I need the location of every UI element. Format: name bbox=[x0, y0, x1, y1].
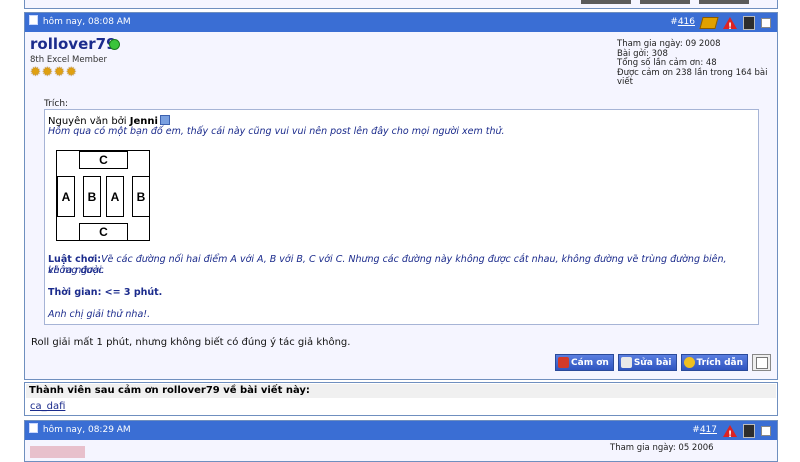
post-417: hôm nay, 08:29 AM #417 Tham gia ngày: 05… bbox=[24, 420, 778, 462]
select-checkbox[interactable] bbox=[761, 17, 771, 28]
post-action-buttons: Cám ơn Sửa bài Trích dẫn bbox=[555, 354, 771, 371]
post-number-prefix: # bbox=[692, 425, 700, 435]
post-number: #416 bbox=[670, 13, 695, 32]
star-icon: ✹ bbox=[65, 65, 77, 80]
thanks-user-link[interactable]: ca_dafi bbox=[30, 401, 65, 412]
quote-bubble-icon bbox=[683, 357, 695, 368]
time-limit: Thời gian: <= 3 phút. bbox=[48, 287, 162, 298]
star-icon: ✹ bbox=[30, 65, 41, 80]
edit-pencil-icon bbox=[620, 357, 632, 368]
rule-line-2: vẽ ra ngoài. bbox=[48, 265, 105, 276]
select-checkbox[interactable] bbox=[761, 425, 771, 436]
user-stats: Tham gia ngày: 09 2008 Bài gởi: 308 Tổng… bbox=[617, 39, 777, 88]
quote-label: Trích: bbox=[44, 99, 69, 109]
rule-label: Luật chơi: bbox=[48, 254, 102, 265]
post-number-prefix: # bbox=[670, 17, 678, 27]
thank-button[interactable]: Cám ơn bbox=[555, 354, 614, 371]
user-rank-stars: ✹ ✹ ✹ ✹ bbox=[30, 66, 77, 79]
quote-box: Nguyên văn bởi Jenni Hôm qua có một bạn … bbox=[44, 109, 759, 325]
view-post-arrow-icon[interactable] bbox=[159, 115, 170, 125]
prev-post-button[interactable] bbox=[699, 0, 749, 4]
computer-icon[interactable] bbox=[743, 423, 755, 438]
username-link[interactable]: rollover79 bbox=[30, 35, 117, 53]
quote-line-1: Hôm qua có một bạn đố em, thấy cái này c… bbox=[48, 126, 505, 137]
puzzle-box-b2: B bbox=[132, 176, 150, 217]
user-title: 8th Excel Member bbox=[30, 55, 108, 65]
avatar bbox=[30, 446, 85, 458]
previous-post-bottom bbox=[24, 0, 778, 9]
quick-reply-icon bbox=[755, 356, 768, 369]
thanks-title: Thành viên sau cảm ơn rollover79 về bài … bbox=[26, 384, 776, 398]
quote-button-label: Trích dẫn bbox=[696, 357, 743, 368]
thank-button-label: Cám ơn bbox=[571, 357, 609, 368]
time-limit-label: Thời gian: <= 3 phút. bbox=[48, 287, 163, 298]
warning-icon[interactable] bbox=[723, 16, 737, 37]
puzzle-image: C A B A B C bbox=[56, 150, 150, 241]
post-date: hôm nay, 08:29 AM bbox=[42, 425, 131, 435]
online-status-icon bbox=[109, 39, 120, 50]
post-date: hôm nay, 08:08 AM bbox=[42, 17, 131, 27]
report-icon[interactable] bbox=[699, 16, 719, 29]
star-icon: ✹ bbox=[41, 65, 53, 80]
edit-button-label: Sửa bài bbox=[633, 357, 672, 368]
warning-icon[interactable] bbox=[723, 424, 737, 445]
post-416: hôm nay, 08:08 AM #416 rollover79 8th Ex… bbox=[24, 12, 778, 380]
post-header: hôm nay, 08:08 AM #416 bbox=[25, 13, 777, 37]
stat-join-date: Tham gia ngày: 05 2006 bbox=[610, 443, 714, 453]
quote-button[interactable]: Trích dẫn bbox=[680, 354, 748, 371]
prev-post-button[interactable] bbox=[581, 0, 631, 4]
post-document-icon bbox=[29, 423, 38, 433]
thanks-box: Thành viên sau cảm ơn rollover79 về bài … bbox=[24, 382, 778, 416]
quick-reply-button[interactable] bbox=[752, 354, 771, 371]
edit-button[interactable]: Sửa bài bbox=[617, 354, 677, 371]
stat-thanks-received: Được cảm ơn 238 lần trong 164 bài viết bbox=[617, 67, 768, 88]
puzzle-box-a2: A bbox=[106, 176, 124, 217]
user-stats: Tham gia ngày: 05 2006 bbox=[610, 443, 714, 454]
thank-icon bbox=[558, 357, 570, 368]
post-number: #417 bbox=[692, 421, 717, 440]
prev-post-button[interactable] bbox=[640, 0, 690, 4]
post-message: Roll giải mất 1 phút, nhưng không biết c… bbox=[31, 337, 351, 348]
puzzle-box-b1: B bbox=[83, 176, 101, 217]
post-number-link[interactable]: 417 bbox=[700, 425, 717, 435]
post-header: hôm nay, 08:29 AM #417 bbox=[25, 421, 777, 445]
post-number-link[interactable]: 416 bbox=[678, 17, 695, 27]
puzzle-box-top: C bbox=[79, 151, 128, 169]
rule-line: Luật chơi:Vẽ các đường nối hai điểm A vớ… bbox=[48, 254, 758, 276]
post-document-icon bbox=[29, 15, 38, 25]
computer-icon[interactable] bbox=[743, 15, 755, 30]
rule-text: Vẽ các đường nối hai điểm A với A, B với… bbox=[48, 254, 727, 276]
closing-line: Anh chị giải thử nha!. bbox=[48, 309, 151, 320]
star-icon: ✹ bbox=[53, 65, 65, 80]
puzzle-box-bottom: C bbox=[79, 223, 128, 241]
puzzle-box-a1: A bbox=[57, 176, 75, 217]
